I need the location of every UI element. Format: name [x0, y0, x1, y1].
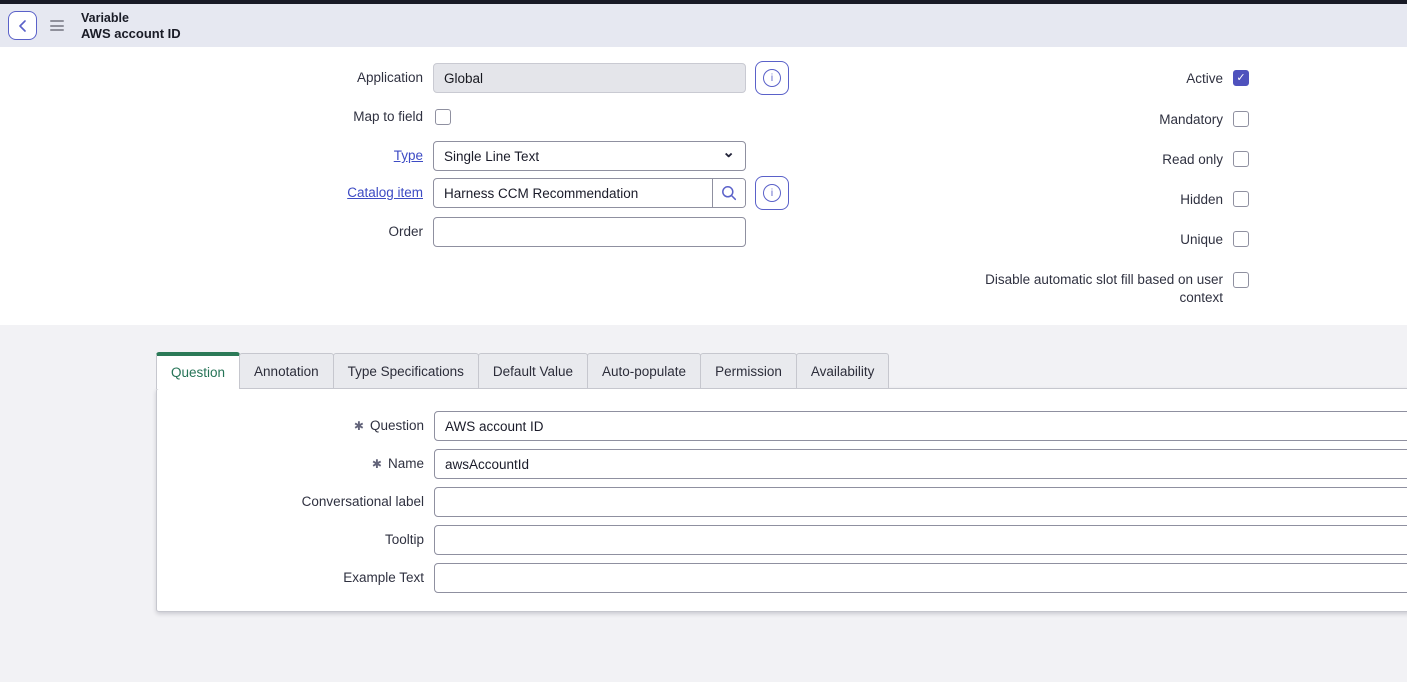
search-icon — [721, 185, 737, 201]
tooltip-input[interactable] — [434, 525, 1407, 555]
application-info-button[interactable]: i — [755, 61, 789, 95]
required-asterisk-icon: ✱ — [372, 457, 382, 471]
chevron-down-icon: ⌄ — [722, 148, 735, 158]
hidden-checkbox[interactable]: ✓ — [1233, 191, 1249, 207]
tab-auto-populate[interactable]: Auto-populate — [587, 353, 701, 389]
type-select[interactable]: Single Line Text ⌄ — [433, 141, 746, 171]
question-tab-panel: ✱Question ✱Name Conversational label Too… — [156, 388, 1407, 612]
mandatory-checkbox[interactable]: ✓ — [1233, 111, 1249, 127]
name-field-label: ✱Name — [177, 449, 424, 479]
catalog-item-input[interactable] — [434, 179, 712, 207]
conversational-label-field-label: Conversational label — [177, 487, 424, 517]
required-asterisk-icon: ✱ — [354, 419, 364, 433]
map-to-field-checkbox[interactable]: ✓ — [435, 109, 451, 125]
example-text-input[interactable] — [434, 563, 1407, 593]
read-only-checkbox[interactable]: ✓ — [1233, 151, 1249, 167]
map-to-field-label: Map to field — [130, 102, 423, 132]
tab-default-value[interactable]: Default Value — [478, 353, 588, 389]
hamburger-menu-icon[interactable] — [50, 17, 68, 35]
tab-bar: Question Annotation Type Specifications … — [156, 352, 889, 389]
tab-question[interactable]: Question — [156, 352, 240, 389]
tab-permission[interactable]: Permission — [700, 353, 797, 389]
tab-availability[interactable]: Availability — [796, 353, 890, 389]
disable-slot-fill-label: Disable automatic slot fill based on use… — [980, 271, 1223, 306]
question-input[interactable] — [434, 411, 1407, 441]
catalog-item-field — [433, 178, 746, 208]
read-only-label: Read only — [980, 152, 1223, 168]
question-field-label: ✱Question — [177, 411, 424, 441]
unique-checkbox[interactable]: ✓ — [1233, 231, 1249, 247]
order-label: Order — [130, 217, 423, 247]
form-header: Variable AWS account ID — [0, 4, 1407, 47]
mandatory-label: Mandatory — [980, 112, 1223, 128]
header-title-block: Variable AWS account ID — [81, 11, 181, 41]
back-button[interactable] — [8, 11, 37, 40]
back-chevron-icon — [17, 20, 29, 32]
tab-type-specifications[interactable]: Type Specifications — [333, 353, 479, 389]
type-label-link[interactable]: Type — [130, 141, 423, 171]
catalog-item-label-link[interactable]: Catalog item — [130, 178, 423, 208]
hidden-label: Hidden — [980, 192, 1223, 208]
name-input[interactable] — [434, 449, 1407, 479]
active-checkbox[interactable]: ✓ — [1233, 70, 1249, 86]
tab-annotation[interactable]: Annotation — [239, 353, 334, 389]
disable-slot-fill-checkbox[interactable]: ✓ — [1233, 272, 1249, 288]
catalog-item-search-button[interactable] — [712, 179, 745, 207]
variable-form-page: Variable AWS account ID Application i Ma… — [0, 0, 1407, 682]
record-type-title: Variable — [81, 11, 181, 26]
order-input[interactable] — [433, 217, 746, 247]
catalog-item-info-button[interactable]: i — [755, 176, 789, 210]
record-name-title: AWS account ID — [81, 26, 181, 41]
application-input[interactable] — [433, 63, 746, 93]
tooltip-field-label: Tooltip — [177, 525, 424, 555]
conversational-label-input[interactable] — [434, 487, 1407, 517]
type-select-value: Single Line Text — [444, 149, 539, 164]
example-text-field-label: Example Text — [177, 563, 424, 593]
active-label: Active — [980, 71, 1223, 87]
info-icon: i — [763, 184, 781, 202]
check-icon: ✓ — [1236, 73, 1245, 84]
info-icon: i — [763, 69, 781, 87]
unique-label: Unique — [980, 232, 1223, 248]
application-label: Application — [130, 63, 423, 93]
